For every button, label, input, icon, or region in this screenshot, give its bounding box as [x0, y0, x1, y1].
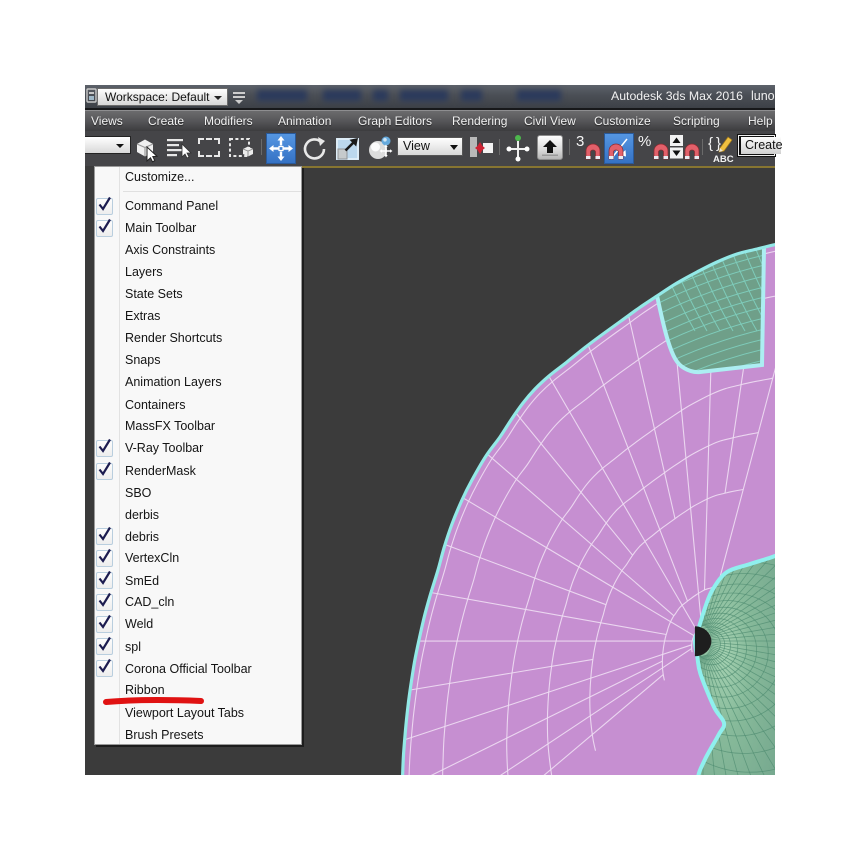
svg-text:ABC: ABC [713, 154, 734, 164]
svg-text:{ }: { } [708, 135, 721, 152]
